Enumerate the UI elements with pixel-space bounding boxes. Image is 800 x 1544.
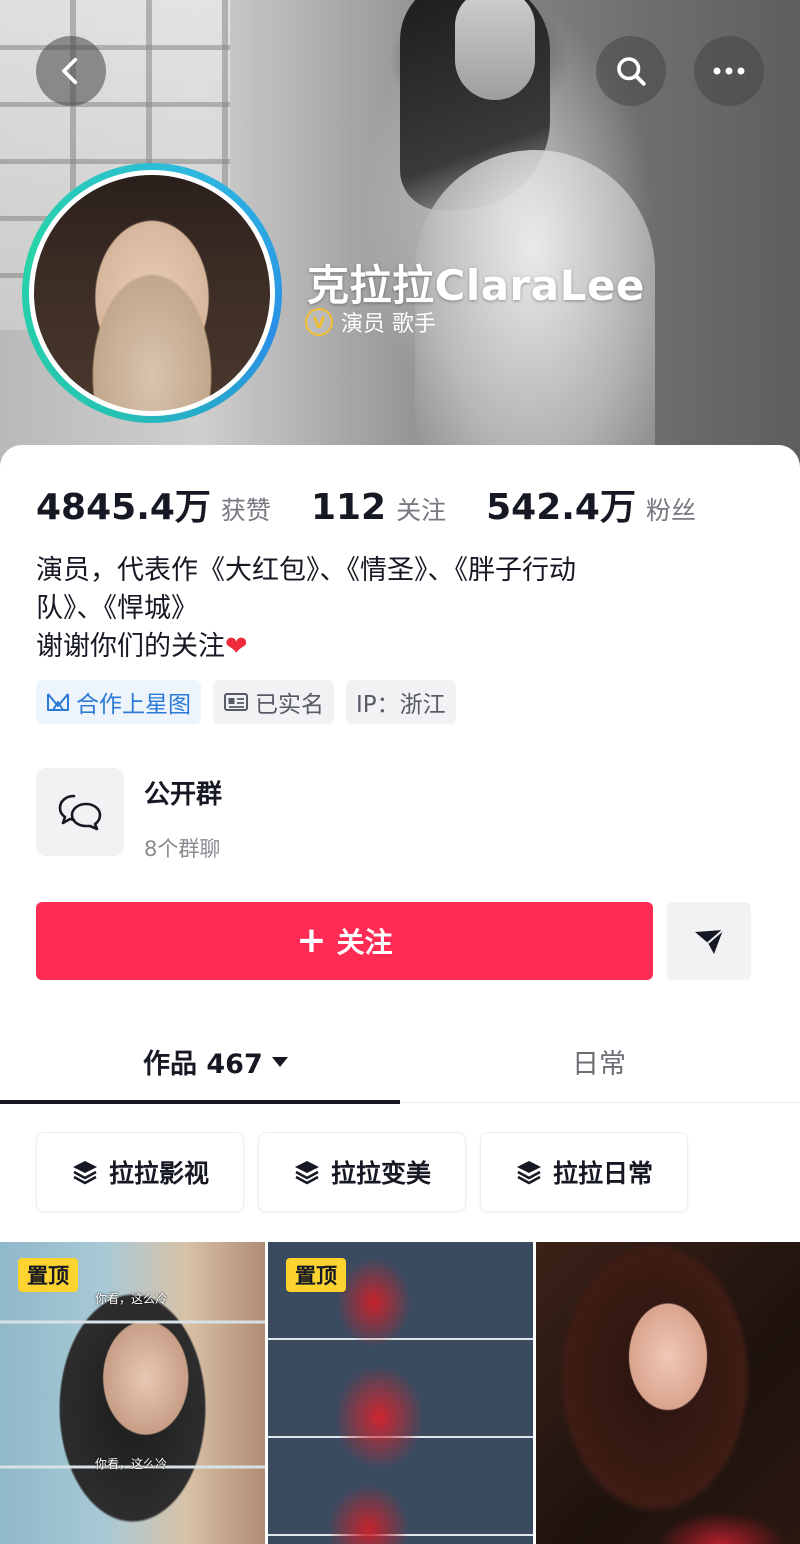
layers-icon — [72, 1161, 97, 1185]
public-group-card[interactable]: 公开群 8个群聊 — [36, 768, 222, 863]
group-count: 8个群聊 — [144, 837, 221, 861]
star-map-tag[interactable]: 合作上星图 — [36, 680, 201, 724]
chat-bubbles-icon — [58, 794, 102, 831]
ip-location-tag: IP：浙江 — [346, 680, 456, 724]
content-tabs: 作品 467 日常 — [0, 1030, 800, 1106]
bio: 演员，代表作《大红包》、《情圣》、《胖子行动 队》、《悍城》 谢谢你们的关注❤ — [36, 552, 756, 666]
followers-label[interactable]: 粉丝 — [646, 491, 696, 527]
tab-divider — [400, 1102, 800, 1103]
followers-count[interactable]: 542.4万 — [486, 478, 636, 530]
star-map-label: 合作上星图 — [76, 692, 191, 718]
star-map-icon — [47, 693, 69, 711]
collection-daily-label: 拉拉日常 — [552, 1159, 653, 1188]
avatar — [29, 170, 275, 416]
collection-film[interactable]: 拉拉影视 — [36, 1132, 244, 1212]
collection-daily[interactable]: 拉拉日常 — [480, 1132, 688, 1212]
following-count[interactable]: 112 — [311, 487, 386, 528]
caret-down-icon — [271, 1056, 288, 1067]
video-thumbnail[interactable]: 置顶 你看，这么冷 你看，这么冷 — [0, 1242, 265, 1544]
avatar-live-ring[interactable] — [22, 163, 282, 423]
pinned-badge: 置顶 — [286, 1258, 346, 1292]
profile-name: 克拉拉ClaraLee — [307, 261, 645, 310]
heart-emoji: ❤ — [225, 631, 248, 662]
real-name-label: 已实名 — [255, 692, 324, 718]
layers-icon — [516, 1161, 541, 1185]
collection-beauty[interactable]: 拉拉变美 — [258, 1132, 466, 1212]
bio-line-1: 演员，代表作《大红包》、《情圣》、《胖子行动 — [36, 555, 576, 586]
video-grid: 置顶 你看，这么冷 你看，这么冷 置顶 — [0, 1242, 800, 1544]
real-name-tag[interactable]: 已实名 — [213, 680, 334, 724]
plus-icon: + — [296, 920, 327, 961]
verified-v-icon: V — [305, 308, 333, 336]
layers-icon — [294, 1161, 319, 1185]
group-info: 公开群 8个群聊 — [144, 768, 222, 863]
more-dots-icon — [713, 67, 745, 75]
pinned-badge: 置顶 — [18, 1258, 78, 1292]
search-icon — [617, 57, 646, 86]
video-subtitle: 你看，这么冷 — [95, 1292, 168, 1306]
verification-row[interactable]: V 演员 歌手 — [305, 306, 436, 338]
group-icon-box — [36, 768, 124, 856]
ip-location-label: IP：浙江 — [356, 692, 446, 718]
verified-text: 演员 歌手 — [341, 312, 436, 337]
follow-label: 关注 — [336, 926, 393, 959]
bio-line-2: 队》、《悍城》 — [36, 593, 198, 624]
more-button[interactable] — [694, 36, 764, 106]
likes-label[interactable]: 获赞 — [221, 491, 271, 527]
video-subtitle: 你看，这么冷 — [95, 1457, 168, 1471]
video-thumbnail[interactable] — [536, 1242, 800, 1544]
collections-row: 拉拉影视 拉拉变美 拉拉日常 — [36, 1132, 688, 1212]
follow-button[interactable]: + 关注 — [36, 902, 653, 980]
likes-count[interactable]: 4845.4万 — [36, 478, 211, 530]
following-label[interactable]: 关注 — [396, 491, 446, 527]
send-icon — [695, 929, 724, 954]
collection-beauty-label: 拉拉变美 — [330, 1159, 431, 1188]
video-thumbnail[interactable]: 置顶 — [268, 1242, 533, 1544]
collection-film-label: 拉拉影视 — [108, 1159, 209, 1188]
share-button[interactable] — [667, 902, 751, 980]
tab-daily[interactable]: 日常 — [572, 1042, 626, 1081]
group-title: 公开群 — [144, 780, 223, 810]
search-button[interactable] — [596, 36, 666, 106]
tab-works-label: 作品 467 — [143, 1049, 263, 1080]
profile-tags: 合作上星图 已实名 IP：浙江 — [36, 680, 456, 724]
banner-figure-face — [455, 0, 535, 100]
stats-row: 4845.4万 获赞 112 关注 542.4万 粉丝 — [36, 478, 696, 530]
back-button[interactable] — [36, 36, 106, 106]
tab-works[interactable]: 作品 467 — [143, 1042, 289, 1081]
bio-line-3-wrap: 谢谢你们的关注❤ — [36, 628, 756, 666]
tab-active-indicator — [0, 1100, 400, 1104]
bio-line-3: 谢谢你们的关注 — [36, 631, 225, 662]
back-chevron-icon — [62, 57, 78, 85]
id-card-icon — [224, 693, 248, 711]
